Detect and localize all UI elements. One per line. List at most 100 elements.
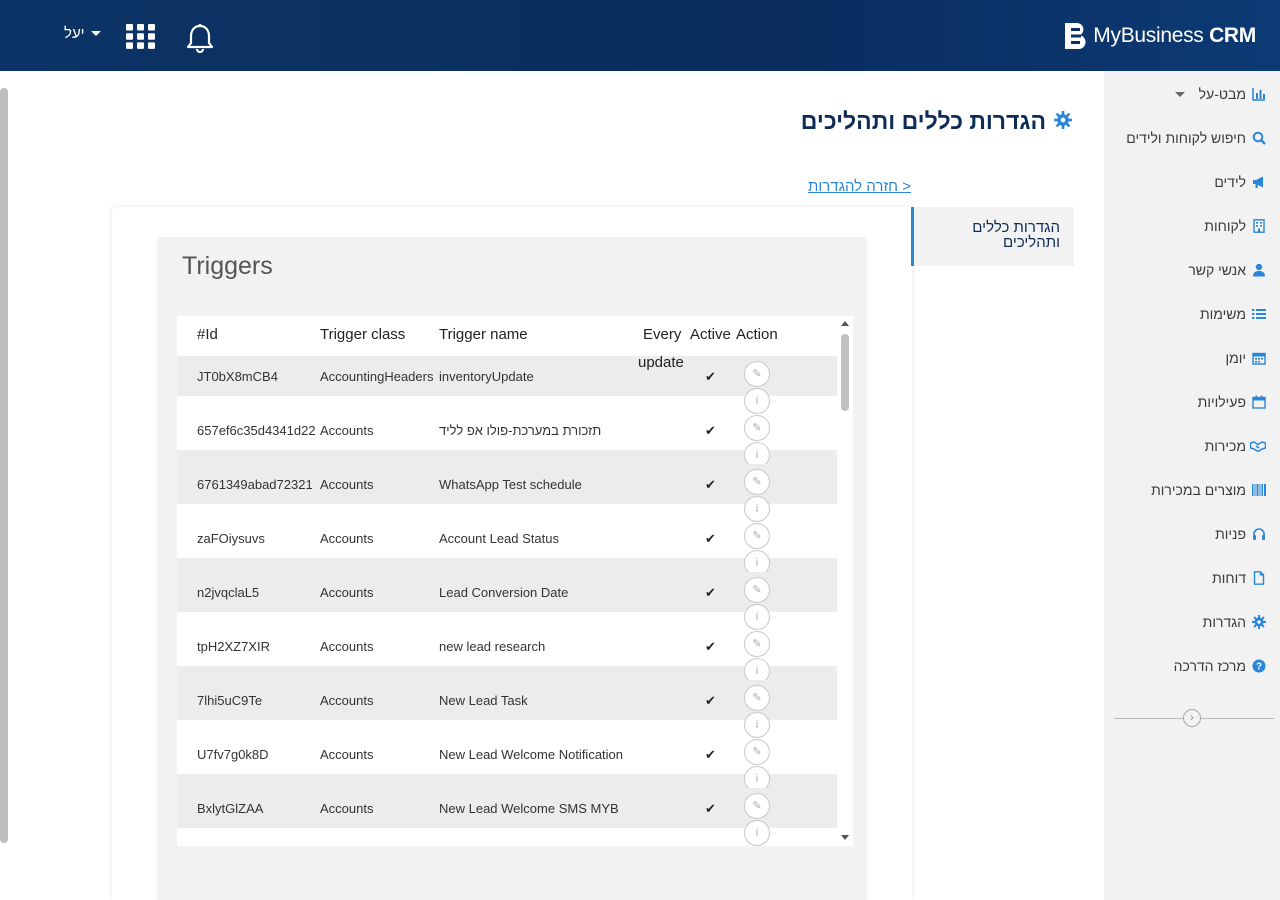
- cell-trigger-name: New Lead Welcome SMS MYB: [439, 801, 619, 816]
- user-menu[interactable]: יעל: [64, 25, 101, 42]
- sidebar-item-label: פניות: [1215, 526, 1246, 542]
- cell-trigger-class: Accounts: [320, 693, 374, 708]
- sidebar-item-products[interactable]: מוצרים במכירות: [1151, 482, 1266, 498]
- table-header: #Id Trigger class Trigger name Every upd…: [177, 316, 837, 371]
- cell-id: BxlytGlZAA: [197, 801, 264, 816]
- scroll-up-arrow-icon[interactable]: [841, 321, 849, 326]
- active-check-icon: ✔: [705, 639, 716, 654]
- brand-b-icon: [1063, 22, 1088, 50]
- tab-rules-processes[interactable]: הגדרות כללים ותהליכים: [911, 207, 1074, 266]
- active-check-icon: ✔: [705, 531, 716, 546]
- sidebar-item-label: מוצרים במכירות: [1151, 482, 1246, 498]
- table-row[interactable]: JT0bX8mCB4 AccountingHeaders inventoryUpda…: [177, 356, 837, 414]
- list-icon: [1252, 307, 1266, 321]
- column-header-every-update-line2: update: [638, 354, 684, 371]
- edit-pencil-icon[interactable]: ✎: [744, 361, 770, 387]
- gear-icon: [1252, 615, 1266, 629]
- scroll-down-arrow-icon[interactable]: [841, 835, 849, 840]
- sidebar-item-training[interactable]: ? מרכז הדרכה: [1174, 658, 1266, 674]
- column-header-active[interactable]: Active: [690, 326, 731, 343]
- column-header-action[interactable]: Action: [736, 326, 778, 343]
- cell-trigger-name: new lead research: [439, 639, 546, 654]
- column-header-every-update[interactable]: Every: [643, 326, 681, 343]
- sidebar-item-settings[interactable]: הגדרות: [1203, 614, 1266, 630]
- cell-id: U7fv7g0k8D: [197, 747, 269, 762]
- question-icon: ?: [1252, 659, 1266, 673]
- sidebar-item-leads[interactable]: לידים: [1214, 174, 1266, 190]
- sidebar-item-inquiries[interactable]: פניות: [1215, 526, 1266, 542]
- sidebar-collapse-chevron-icon[interactable]: ›: [1183, 709, 1201, 727]
- sidebar-item-customers[interactable]: לקוחות: [1204, 218, 1266, 234]
- sidebar-item-search[interactable]: חיפוש לקוחות ולידים: [1126, 130, 1266, 146]
- brand-text: MyBusiness CRM: [1093, 24, 1256, 47]
- search-icon: [1252, 131, 1266, 145]
- sidebar-item-contacts[interactable]: אנשי קשר: [1188, 262, 1266, 278]
- active-check-icon: ✔: [705, 423, 716, 438]
- column-header-id[interactable]: #Id: [197, 326, 218, 343]
- user-icon: [1252, 263, 1266, 277]
- card-title: Triggers: [182, 252, 273, 280]
- table-row[interactable]: zaFOiysuvs Accounts Account Lead Status ✔ ✎ i: [177, 518, 837, 598]
- apps-grid-icon[interactable]: [126, 24, 155, 49]
- cell-id: n2jvqclaL5: [197, 585, 260, 600]
- notifications-bell-icon[interactable]: [186, 23, 214, 54]
- headset-icon: [1252, 527, 1266, 541]
- cell-trigger-name: WhatsApp Test schedule: [439, 477, 582, 492]
- info-icon[interactable]: i: [744, 820, 770, 846]
- sidebar-item-label: יומן: [1225, 350, 1246, 366]
- megaphone-icon: [1252, 175, 1266, 189]
- active-check-icon: ✔: [705, 585, 716, 600]
- edit-pencil-icon[interactable]: ✎: [744, 469, 770, 495]
- sidebar-item-tasks[interactable]: משימות: [1200, 306, 1266, 322]
- cell-trigger-name: New Lead Welcome Notification: [439, 747, 624, 762]
- column-header-trigger-class[interactable]: Trigger class: [320, 326, 405, 343]
- scrollbar-thumb[interactable]: [841, 334, 849, 411]
- brand-logo[interactable]: MyBusiness CRM: [1063, 21, 1256, 51]
- table-row[interactable]: 6761349abad72321 Accounts WhatsApp Test sc…: [177, 464, 837, 522]
- chevron-down-icon: [90, 31, 101, 36]
- active-check-icon: ✔: [705, 477, 716, 492]
- chevron-down-icon[interactable]: [1175, 92, 1185, 97]
- active-check-icon: ✔: [705, 747, 716, 762]
- sidebar-item-sales[interactable]: מכירות: [1205, 438, 1267, 454]
- column-header-trigger-name[interactable]: Trigger name: [439, 326, 528, 343]
- sidebar-item-reports[interactable]: דוחות: [1212, 570, 1266, 586]
- file-icon: [1252, 571, 1266, 585]
- edit-pencil-icon[interactable]: ✎: [744, 415, 770, 441]
- cell-trigger-name: תזכורת במערכת-פולו אפ לליד: [439, 423, 602, 438]
- cell-id: JT0bX8mCB4: [197, 369, 278, 384]
- top-header: MyBusiness CRM יעל: [0, 0, 1280, 71]
- cell-trigger-class: AccountingHeaders: [320, 369, 434, 384]
- back-to-settings-link[interactable]: < חזרה להגדרות: [808, 178, 911, 195]
- sidebar-item-overview[interactable]: מבט-על: [1199, 86, 1266, 102]
- cell-id: 657ef6c35d4341d22: [197, 423, 316, 438]
- sidebar-item-label: פעילויות: [1197, 394, 1246, 410]
- sidebar-item-calendar[interactable]: יומן: [1225, 350, 1266, 366]
- sidebar-item-label: דוחות: [1212, 570, 1246, 586]
- table-scrollbar[interactable]: [837, 316, 853, 846]
- edit-pencil-icon[interactable]: ✎: [744, 577, 770, 603]
- edit-pencil-icon[interactable]: ✎: [744, 793, 770, 819]
- calendar-icon: [1252, 395, 1266, 409]
- edit-pencil-icon[interactable]: ✎: [744, 523, 770, 549]
- table-row[interactable]: BxlytGlZAA Accounts New Lead Welcome SMS M…: [177, 788, 837, 846]
- sidebar-item-activities[interactable]: פעילויות: [1198, 394, 1266, 410]
- cell-trigger-class: Accounts: [320, 585, 374, 600]
- table-row[interactable]: 7lhi5uC9Te Accounts New Lead Task ✔ ✎ i: [177, 680, 837, 738]
- sidebar-item-label: הגדרות: [1202, 614, 1246, 630]
- building-icon: [1252, 219, 1266, 233]
- active-check-icon: ✔: [705, 801, 716, 816]
- table-row[interactable]: n2jvqclaL5 Accounts Lead Conversion Date ✔ ✎…: [177, 572, 837, 630]
- sidebar-item-label: לקוחות: [1204, 218, 1246, 234]
- edit-pencil-icon[interactable]: ✎: [744, 739, 770, 765]
- edit-pencil-icon[interactable]: ✎: [744, 631, 770, 657]
- table-row[interactable]: 657ef6c35d4341d22 Accounts תזכורת במערכת-פ…: [177, 410, 837, 490]
- cell-trigger-class: Accounts: [320, 747, 374, 762]
- edit-pencil-icon[interactable]: ✎: [744, 685, 770, 711]
- table-row[interactable]: tpH2XZ7XIR Accounts new lead research ✔ ✎ i: [177, 626, 837, 706]
- page-scrollbar[interactable]: [0, 88, 8, 843]
- cell-trigger-name: Account Lead Status: [439, 531, 559, 546]
- svg-text:?: ?: [1256, 662, 1262, 673]
- table-row[interactable]: U7fv7g0k8D Accounts New Lead Welcome Notif…: [177, 734, 837, 814]
- cell-id: 7lhi5uC9Te: [197, 693, 263, 708]
